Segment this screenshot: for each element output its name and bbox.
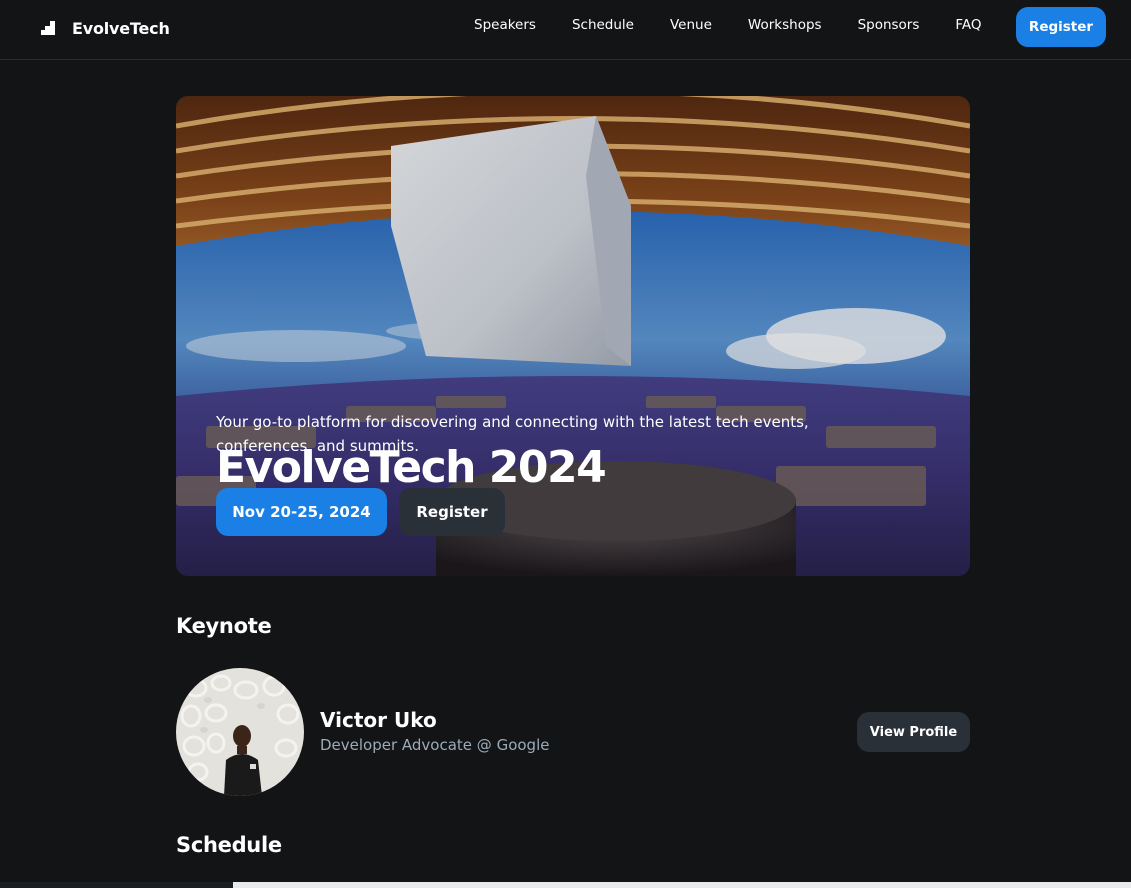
- bottom-edge-panel: [233, 882, 1131, 888]
- nav-item-venue[interactable]: Venue: [670, 17, 712, 33]
- schedule-heading: Schedule: [176, 833, 282, 857]
- register-button[interactable]: Register: [1016, 7, 1106, 47]
- bottom-edge-strip: [0, 882, 233, 888]
- speaker-name: Victor Uko: [320, 708, 437, 732]
- hero-subtitle: Your go-to platform for discovering and …: [216, 413, 809, 455]
- view-profile-button[interactable]: View Profile: [857, 712, 970, 752]
- speaker-photo: [176, 668, 304, 796]
- nav-item-sponsors[interactable]: Sponsors: [858, 17, 920, 33]
- nav-item-workshops[interactable]: Workshops: [748, 17, 822, 33]
- brand-name: EvolveTech: [72, 18, 170, 38]
- nav-item-speakers[interactable]: Speakers: [474, 17, 536, 33]
- hero-register-button[interactable]: Register: [399, 488, 505, 536]
- brand[interactable]: EvolveTech: [40, 16, 170, 40]
- main-nav: Speakers Schedule Venue Workshops Sponso…: [474, 17, 982, 33]
- logo-icon: [41, 21, 55, 35]
- hero-banner: EvolveTech 2024 Your go-to platform for …: [176, 96, 970, 576]
- speaker-avatar[interactable]: [176, 668, 304, 796]
- speaker-role: Developer Advocate @ Google: [320, 736, 550, 754]
- nav-item-faq[interactable]: FAQ: [955, 17, 981, 33]
- nav-item-schedule[interactable]: Schedule: [572, 17, 634, 33]
- event-date-button[interactable]: Nov 20-25, 2024: [216, 488, 387, 536]
- keynote-heading: Keynote: [176, 614, 272, 638]
- top-navigation-bar: EvolveTech Speakers Schedule Venue Works…: [0, 0, 1131, 60]
